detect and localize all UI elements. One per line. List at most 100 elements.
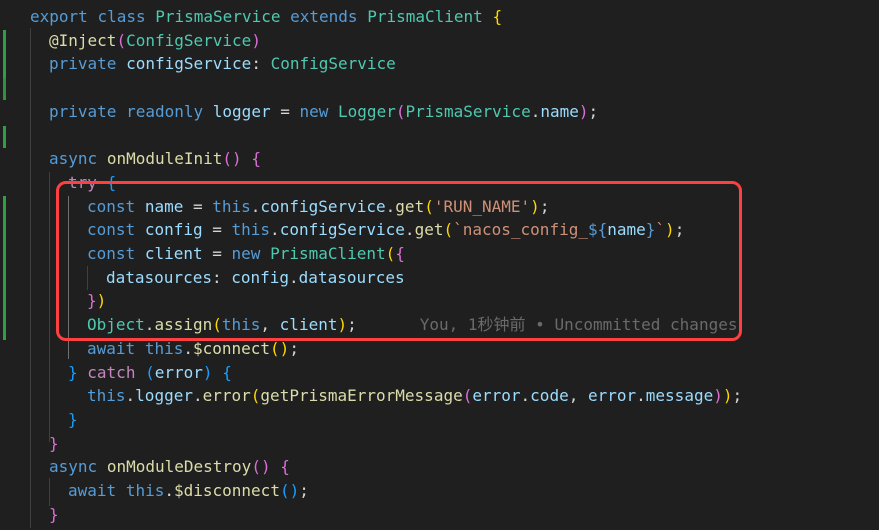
code-token: ) <box>530 196 540 216</box>
code-token: : <box>211 267 232 287</box>
code-token: this <box>231 220 271 240</box>
code-token: private <box>49 54 117 74</box>
code-token: name <box>607 220 646 240</box>
code-line[interactable]: export class PrismaService extends Prism… <box>30 5 502 29</box>
code-token: . <box>636 386 646 406</box>
code-token: ) <box>713 386 723 406</box>
code-token: Logger <box>338 101 396 121</box>
code-token: } <box>49 433 59 453</box>
code-token: assign <box>154 315 213 335</box>
git-change-marker[interactable] <box>3 30 6 78</box>
indent-guide <box>68 196 69 359</box>
code-editor[interactable]: export class PrismaService extends Prism… <box>0 0 879 530</box>
code-token: ; <box>289 338 299 358</box>
code-token: @Inject <box>49 30 117 50</box>
code-token: PrismaService <box>405 101 531 121</box>
code-line[interactable]: this.logger.error(getPrismaErrorMessage(… <box>87 384 742 408</box>
code-token: { <box>395 244 405 263</box>
code-line[interactable]: const client = new PrismaClient({ <box>87 242 405 266</box>
code-token: onModuleInit <box>106 149 223 169</box>
code-token: ( <box>212 315 222 335</box>
code-token: ( <box>385 244 396 263</box>
code-token: . <box>183 338 193 358</box>
code-token: () <box>279 481 300 500</box>
code-token: ) <box>96 291 107 311</box>
code-line[interactable]: } <box>49 503 59 527</box>
code-token: config <box>231 267 290 287</box>
git-change-marker[interactable] <box>3 196 6 340</box>
code-token: . <box>270 220 280 240</box>
code-token: const <box>87 196 136 216</box>
code-line[interactable]: const config = this.configService.get(`n… <box>87 218 684 242</box>
code-token: ; <box>347 315 357 335</box>
code-token: datasources <box>298 267 405 287</box>
code-token: . <box>289 267 299 287</box>
code-token: = <box>183 196 213 216</box>
code-token: PrismaClient <box>270 244 386 263</box>
git-change-marker[interactable] <box>3 78 6 100</box>
code-token: configService <box>279 220 405 240</box>
code-token: await <box>68 481 117 500</box>
code-token: } <box>68 409 78 429</box>
code-token: ` <box>655 220 666 240</box>
code-line[interactable]: await this.$disconnect(); <box>68 479 309 503</box>
code-token: ( <box>145 362 155 382</box>
code-token: const <box>87 220 136 240</box>
git-change-marker[interactable] <box>3 126 6 148</box>
code-line[interactable]: @Inject(ConfigService) <box>49 29 261 53</box>
code-line[interactable]: await this.$connect(); <box>87 337 299 361</box>
code-token: . <box>192 386 203 406</box>
code-token: configService <box>126 54 252 74</box>
code-token: new <box>231 244 261 263</box>
code-token: ; <box>674 220 685 240</box>
code-line[interactable]: datasources: config.datasources <box>106 266 405 290</box>
code-token: export <box>30 7 88 26</box>
code-token: this <box>221 315 261 335</box>
code-line[interactable]: } catch (error) { <box>68 361 232 385</box>
code-line[interactable]: Object.assign(this, client); You, 1秒钟前 • … <box>87 313 737 337</box>
code-line[interactable]: async onModuleInit() { <box>49 147 261 171</box>
code-line[interactable]: private configService: ConfigService <box>49 52 396 76</box>
code-token: ; <box>732 386 743 406</box>
code-token: ${ <box>587 220 608 240</box>
code-token: ) <box>578 101 589 121</box>
code-token: name <box>540 101 579 121</box>
code-token: ) <box>665 220 675 240</box>
code-token: ( <box>462 386 473 406</box>
code-line[interactable]: }) <box>87 289 106 313</box>
code-token: . <box>530 101 541 121</box>
code-token: { <box>280 457 290 477</box>
code-token: { <box>492 7 503 26</box>
code-line[interactable]: private readonly logger = new Logger(Pri… <box>49 100 598 124</box>
code-token: ( <box>116 30 127 50</box>
code-line[interactable]: const name = this.configService.get('RUN… <box>87 195 549 219</box>
code-line[interactable]: async onModuleDestroy() { <box>49 455 290 479</box>
code-token: . <box>385 196 396 216</box>
code-token: datasources <box>106 267 212 287</box>
code-token: getPrismaErrorMessage <box>260 386 463 406</box>
code-token: error <box>154 362 203 382</box>
code-token: , <box>568 386 588 406</box>
code-line[interactable]: try { <box>68 171 116 195</box>
code-token: try <box>68 172 97 192</box>
code-line[interactable]: } <box>68 408 78 432</box>
git-blame-annotation: You, 1秒钟前 • Uncommitted changes <box>419 315 738 335</box>
code-line[interactable]: } <box>49 432 59 456</box>
code-token: ) <box>337 315 348 335</box>
code-token: $disconnect <box>173 481 280 500</box>
code-token: ; <box>299 481 309 500</box>
code-token: logger <box>135 386 193 406</box>
code-token: } <box>87 291 97 311</box>
code-token: { <box>106 172 117 192</box>
code-token: async <box>49 149 98 169</box>
code-token: code <box>530 386 569 406</box>
